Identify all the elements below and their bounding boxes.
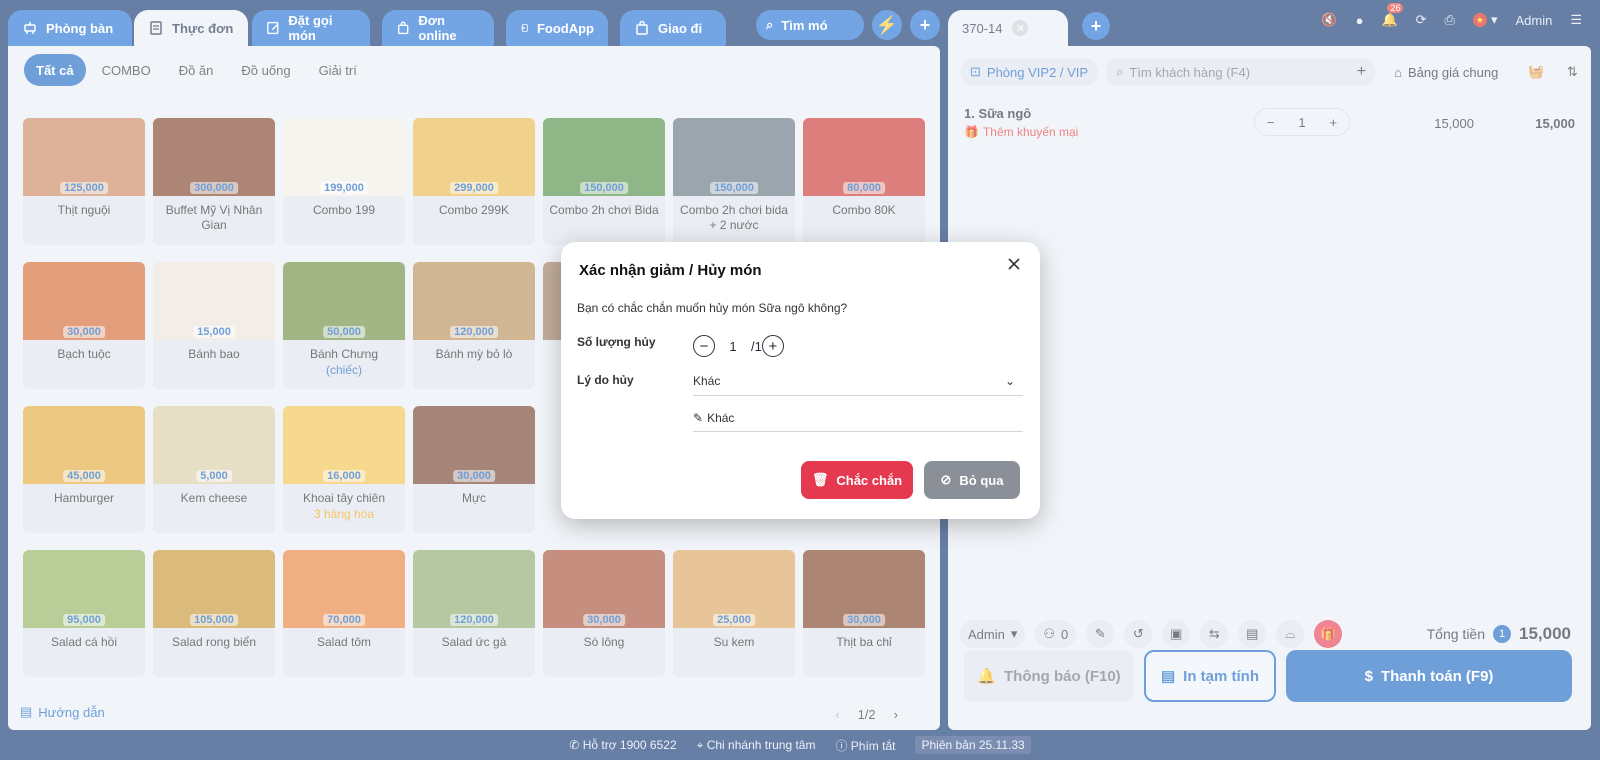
reason-note-input[interactable]: ✎ Khác [693,404,1023,432]
qty-label: Số lượng hủy [577,335,656,349]
cancel-qty-max: /1 [751,338,762,354]
plus-icon[interactable]: + [761,335,784,357]
cancel-item-dialog: Xác nhận giảm / Hủy món Bạn có chắc chắn… [561,242,1040,519]
close-icon[interactable] [1004,254,1024,274]
dialog-title: Xác nhận giảm / Hủy món [579,262,762,279]
reason-select[interactable]: Khác ⌄ [693,366,1023,396]
reason-note-value: Khác [707,410,735,425]
reason-label: Lý do hủy [577,373,634,387]
cancel-quantity-stepper[interactable]: − 1 /1 + [693,335,784,357]
minus-icon[interactable]: − [693,335,715,357]
ban-icon: ⊘ [940,472,952,487]
pencil-icon: ✎ [693,410,704,425]
dialog-message: Bạn có chắc chắn muốn hủy món Sữa ngô kh… [577,301,848,315]
trash-icon: 🗑 [811,472,829,487]
cancel-qty-value: 1 [729,338,737,354]
skip-label: Bỏ qua [959,472,1004,488]
skip-button[interactable]: ⊘ Bỏ qua [924,461,1020,499]
confirm-label: Chắc chắn [836,472,903,488]
reason-value: Khác [693,373,721,388]
chevron-down-icon: ⌄ [1004,373,1015,388]
confirm-button[interactable]: 🗑 Chắc chắn [801,461,913,499]
